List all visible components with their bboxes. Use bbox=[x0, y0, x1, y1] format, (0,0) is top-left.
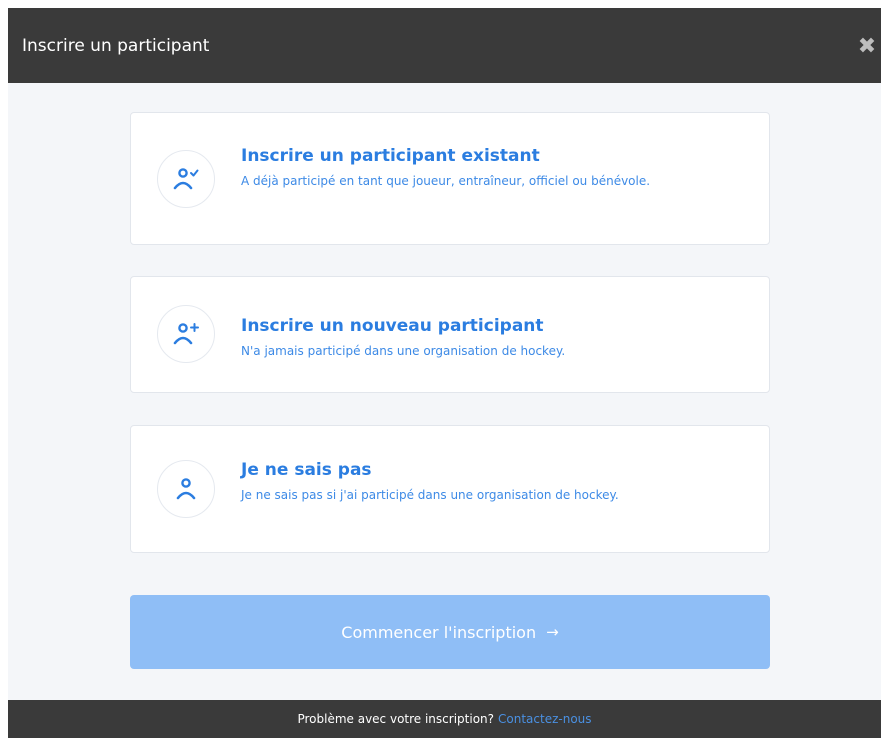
option-title: Inscrire un nouveau participant bbox=[241, 316, 544, 336]
arrow-right-icon: → bbox=[546, 623, 559, 641]
option-title: Je ne sais pas bbox=[241, 460, 372, 480]
option-description: A déjà participé en tant que joueur, ent… bbox=[241, 174, 651, 188]
start-button-label: Commencer l'inscription bbox=[341, 622, 537, 642]
option-title: Inscrire un participant existant bbox=[241, 146, 540, 166]
option-description: Je ne sais pas si j'ai participé dans un… bbox=[241, 488, 619, 502]
modal-frame: Inscrire un participant ✖ Inscrire un pa… bbox=[0, 0, 881, 738]
option-description: N'a jamais participé dans une organisati… bbox=[241, 344, 566, 358]
option-existing-participant[interactable]: Inscrire un participant existant A déjà … bbox=[130, 112, 770, 245]
user-plus-icon bbox=[157, 305, 215, 363]
user-icon bbox=[157, 460, 215, 518]
start-registration-button[interactable]: Commencer l'inscription → bbox=[130, 595, 770, 669]
modal-footer: Problème avec votre inscription? Contact… bbox=[8, 700, 881, 738]
option-new-participant[interactable]: Inscrire un nouveau participant N'a jama… bbox=[130, 276, 770, 393]
close-icon[interactable]: ✖ bbox=[853, 32, 881, 60]
option-unsure[interactable]: Je ne sais pas Je ne sais pas si j'ai pa… bbox=[130, 425, 770, 553]
contact-link[interactable]: Contactez-nous bbox=[498, 712, 592, 726]
modal-title: Inscrire un participant bbox=[22, 35, 210, 56]
modal-body: Inscrire un participant existant A déjà … bbox=[8, 83, 881, 700]
user-check-icon bbox=[157, 150, 215, 208]
footer-text: Problème avec votre inscription? bbox=[297, 712, 495, 726]
modal-header: Inscrire un participant ✖ bbox=[8, 8, 881, 83]
